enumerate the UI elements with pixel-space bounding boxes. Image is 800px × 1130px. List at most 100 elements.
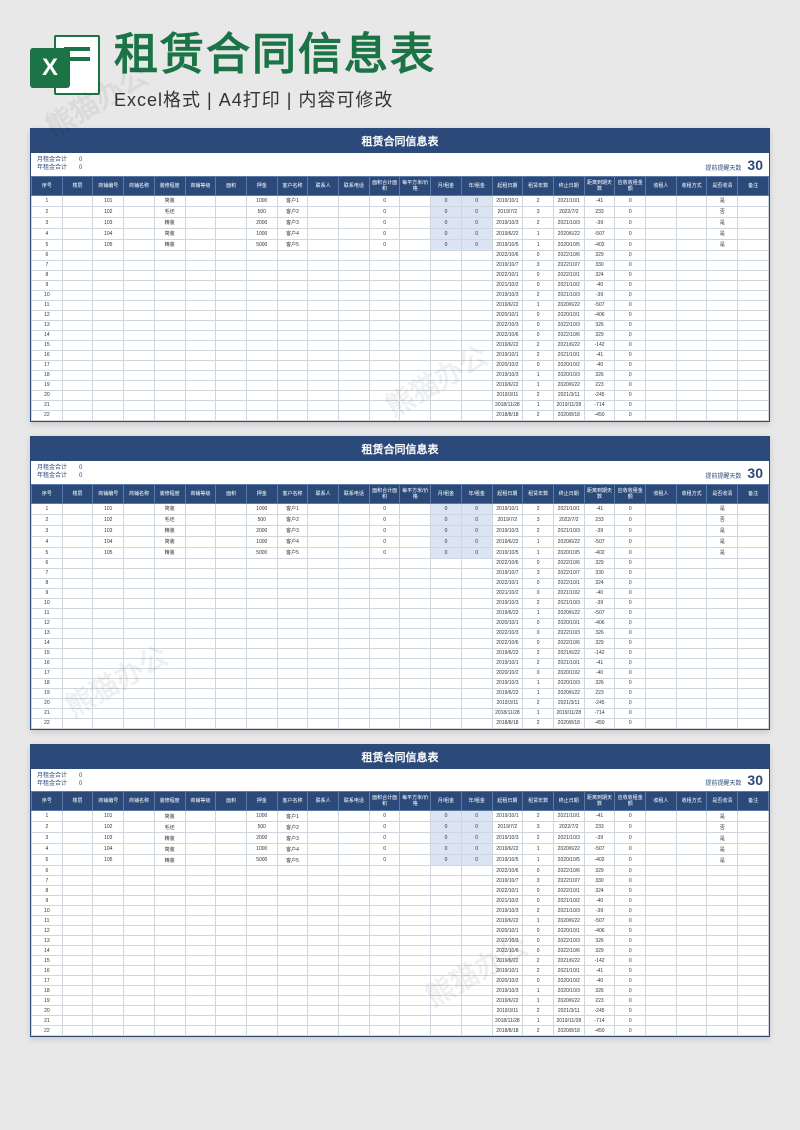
cell bbox=[277, 708, 308, 718]
cell bbox=[308, 310, 339, 320]
cell bbox=[93, 658, 124, 668]
cell: 500 bbox=[246, 822, 277, 833]
cell: 326 bbox=[584, 986, 615, 996]
cell bbox=[339, 822, 370, 833]
cell bbox=[431, 400, 462, 410]
cell: 2021/10/3 bbox=[553, 290, 584, 300]
cell: 2000 bbox=[246, 525, 277, 536]
cell bbox=[431, 986, 462, 996]
cell bbox=[646, 525, 677, 536]
cell bbox=[400, 320, 431, 330]
cell bbox=[185, 1016, 216, 1026]
cell bbox=[431, 876, 462, 886]
cell: 0 bbox=[615, 926, 646, 936]
cell: 2020/10/1 bbox=[492, 926, 523, 936]
cell bbox=[646, 811, 677, 822]
cell bbox=[707, 270, 738, 280]
cell bbox=[124, 936, 155, 946]
cell bbox=[369, 708, 400, 718]
cell: 1000 bbox=[246, 844, 277, 855]
cell: 330 bbox=[584, 568, 615, 578]
cell bbox=[646, 290, 677, 300]
cell bbox=[707, 320, 738, 330]
column-header: 备注 bbox=[738, 176, 769, 195]
cell bbox=[707, 698, 738, 708]
cell bbox=[738, 966, 769, 976]
cell bbox=[707, 638, 738, 648]
column-header: 商铺名称 bbox=[124, 484, 155, 503]
cell: 2000 bbox=[246, 217, 277, 228]
cell bbox=[185, 668, 216, 678]
cell: 0 bbox=[523, 360, 554, 370]
table-row: 72019/10/732022/10/73300 bbox=[32, 876, 769, 886]
cell: 2022/10/6 bbox=[553, 250, 584, 260]
cell: 是 bbox=[707, 811, 738, 822]
cell bbox=[461, 926, 492, 936]
cell bbox=[646, 1026, 677, 1036]
cell bbox=[431, 578, 462, 588]
cell bbox=[154, 926, 185, 936]
cell bbox=[246, 300, 277, 310]
table-row: 82022/10/102022/10/13240 bbox=[32, 886, 769, 896]
monthly-rent-label: 月租金合计 bbox=[37, 465, 67, 471]
cell: 2021/10/3 bbox=[553, 217, 584, 228]
cell bbox=[185, 350, 216, 360]
cell bbox=[369, 588, 400, 598]
cell bbox=[676, 688, 707, 698]
cell bbox=[154, 410, 185, 420]
cell: 2 bbox=[523, 1006, 554, 1016]
cell bbox=[154, 1026, 185, 1036]
cell bbox=[216, 866, 247, 876]
cell bbox=[124, 503, 155, 514]
cell bbox=[93, 290, 124, 300]
cell: 12 bbox=[32, 310, 63, 320]
cell: 19 bbox=[32, 380, 63, 390]
cell: -406 bbox=[584, 618, 615, 628]
cell: 0 bbox=[431, 195, 462, 206]
cell bbox=[62, 608, 93, 618]
cell: 0 bbox=[615, 833, 646, 844]
cell bbox=[277, 1026, 308, 1036]
cell bbox=[246, 370, 277, 380]
cell: 15 bbox=[32, 340, 63, 350]
table-row: 1101简装1000客户10002019/10/122021/10/1-410是 bbox=[32, 195, 769, 206]
cell bbox=[369, 688, 400, 698]
cell bbox=[216, 1006, 247, 1016]
cell: 0 bbox=[615, 668, 646, 678]
cell bbox=[369, 300, 400, 310]
cell bbox=[154, 986, 185, 996]
cell bbox=[738, 195, 769, 206]
cell bbox=[124, 400, 155, 410]
cell bbox=[707, 568, 738, 578]
cell: 客户1 bbox=[277, 811, 308, 822]
cell bbox=[124, 718, 155, 728]
cell: 2021/3/11 bbox=[553, 1006, 584, 1016]
cell bbox=[62, 300, 93, 310]
reminder-label: 提前提醒天数 bbox=[705, 778, 741, 787]
cell bbox=[707, 1016, 738, 1026]
cell bbox=[676, 598, 707, 608]
cell bbox=[308, 280, 339, 290]
cell bbox=[431, 300, 462, 310]
cell: -402 bbox=[584, 239, 615, 250]
cell bbox=[339, 390, 370, 400]
column-header: 备注 bbox=[738, 792, 769, 811]
cell bbox=[93, 350, 124, 360]
cell bbox=[308, 886, 339, 896]
cell: 0 bbox=[615, 946, 646, 956]
cell bbox=[277, 400, 308, 410]
cell: 2020/10/2 bbox=[492, 360, 523, 370]
cell bbox=[154, 886, 185, 896]
cell bbox=[124, 228, 155, 239]
cell bbox=[124, 260, 155, 270]
cell bbox=[676, 1006, 707, 1016]
cell bbox=[216, 578, 247, 588]
cell bbox=[154, 608, 185, 618]
cell bbox=[707, 976, 738, 986]
cell: -507 bbox=[584, 228, 615, 239]
cell bbox=[277, 598, 308, 608]
summary-bar: 月租金合计 0年租金合计 0提前提醒天数30 bbox=[31, 769, 769, 792]
cell: 0 bbox=[369, 822, 400, 833]
cell bbox=[400, 618, 431, 628]
cell bbox=[646, 360, 677, 370]
